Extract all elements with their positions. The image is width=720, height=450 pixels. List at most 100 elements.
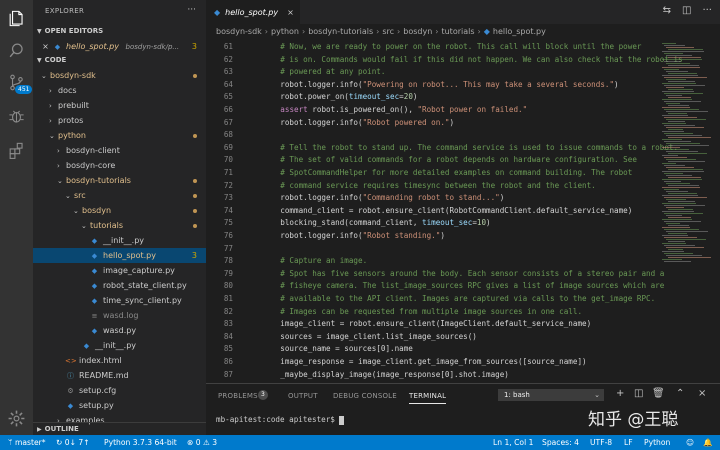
split-terminal-icon[interactable]: ◫ [634,388,643,399]
minimap-line [668,241,685,242]
tree-item[interactable]: ◆ robot_state_client.py [33,278,206,293]
code-line[interactable]: _maybe_display_image(image_response[0].s… [262,370,509,379]
notifications-icon[interactable]: 🔔 [703,435,712,450]
settings-icon[interactable] [6,408,27,429]
code-line[interactable]: # Tell the robot to stand up. The comman… [262,143,678,152]
tree-item[interactable]: ⌄ bosdyn-tutorials [33,173,206,188]
code-line[interactable]: robot.logger.info("Robot standing.") [262,231,445,240]
tree-item[interactable]: ⌄ bosdyn-sdk [33,68,206,83]
problems-status[interactable]: ⊗ 0 ⚠ 3 [187,435,217,450]
breadcrumb-item[interactable]: python [271,27,299,36]
tree-item[interactable]: ◆ time_sync_client.py [33,293,206,308]
cursor-position[interactable]: Ln 1, Col 1 [493,435,533,450]
tree-item[interactable]: ⌄ tutorials [33,218,206,233]
tree-item[interactable]: ≡ wasd.log [33,308,206,323]
breadcrumb-item[interactable]: bosdyn-tutorials [308,27,373,36]
feedback-icon[interactable]: ☺ [686,435,694,450]
python-interpreter[interactable]: Python 3.7.3 64-bit [104,435,177,450]
minimap-line [666,239,706,240]
code-line[interactable]: image_response = image_client.get_image_… [262,357,586,366]
new-terminal-icon[interactable]: + [616,388,624,399]
code-line[interactable]: blocking_stand(command_client, timeout_s… [262,218,490,227]
code-folder-header[interactable]: ▼ CODE [33,54,206,67]
tree-item[interactable]: ⓘ README.md [33,368,206,383]
code-line[interactable]: # command service requires timesync betw… [262,181,595,190]
code-line[interactable]: robot.logger.info("Commanding robot to s… [262,193,504,202]
more-actions-icon[interactable]: ··· [187,5,196,15]
tree-item[interactable]: ◆ hello_spot.py 3 [33,248,206,263]
close-tab-icon[interactable]: × [287,8,294,17]
more-actions-icon[interactable]: ··· [702,5,712,16]
search-icon[interactable] [6,40,27,61]
code-line[interactable]: sources = image_client.list_image_source… [262,332,477,341]
language-mode[interactable]: Python [644,435,670,450]
code-line[interactable]: # is on. Commands would fail if this did… [262,55,682,64]
terminal-select[interactable]: 1: bash ⌄ [498,389,604,401]
tree-item[interactable]: ◆ wasd.py [33,323,206,338]
encoding[interactable]: UTF-8 [590,435,612,450]
close-panel-icon[interactable]: × [698,388,706,399]
debug-icon[interactable] [6,106,27,127]
tree-item[interactable]: ◆ __init__.py [33,233,206,248]
split-editor-icon[interactable]: ◫ [682,5,691,16]
tree-item[interactable]: ◆ __init__.py [33,338,206,353]
files-icon[interactable] [6,8,27,29]
tree-item[interactable]: › bosdyn-core [33,158,206,173]
tree-item[interactable]: ◆ image_capture.py [33,263,206,278]
code-line[interactable]: # Now, we are ready to power on the robo… [262,42,641,51]
code-line[interactable]: # powered at any point. [262,67,385,76]
minimap-line [664,229,699,230]
code-line[interactable]: robot.power_on(timeout_sec=20) [262,92,417,101]
code-line[interactable]: # SpotCommandHelper for more detailed ex… [262,168,632,177]
tree-item[interactable]: ◆ setup.py [33,398,206,413]
tree-item[interactable]: › prebuilt [33,98,206,113]
open-editor-item[interactable]: × ◆ hello_spot.py bosdyn-sdk/p... 3 [33,39,206,54]
breadcrumb-item[interactable]: hello_spot.py [493,27,546,36]
tab-debug-console[interactable]: DEBUG CONSOLE [333,392,397,400]
minimap[interactable] [660,40,720,383]
git-sync[interactable]: ↻ 0↓ 7↑ [56,435,90,450]
breadcrumb-item[interactable]: src [382,27,394,36]
tree-item[interactable]: ⌄ src [33,188,206,203]
breadcrumb-item[interactable]: bosdyn [403,27,432,36]
code-line[interactable]: robot.logger.info("Powering on robot... … [262,80,618,89]
indentation[interactable]: Spaces: 4 [542,435,579,450]
open-changes-icon[interactable]: ⇆ [663,5,671,16]
tab-output[interactable]: OUTPUT [288,392,318,400]
code-line[interactable]: # Spot has five sensors around the body.… [262,269,664,278]
tree-item[interactable]: › bosdyn-client [33,143,206,158]
kill-terminal-icon[interactable]: 🗑 [652,388,665,399]
tree-item[interactable]: › protos [33,113,206,128]
tree-item[interactable]: ⌄ python [33,128,206,143]
code-line[interactable]: # Images can be requested from multiple … [262,307,582,316]
breadcrumb-item[interactable]: bosdyn-sdk [216,27,262,36]
code-line[interactable]: # available to the API client. Images ar… [262,294,655,303]
code-line[interactable]: source_name = sources[0].name [262,344,413,353]
close-icon[interactable]: × [39,39,52,54]
tree-item[interactable]: <> index.html [33,353,206,368]
code-line[interactable]: assert robot.is_powered_on(), "Robot pow… [262,105,527,114]
minimap-line [668,113,687,114]
terminal-prompt[interactable]: mb-apitest:code apitester$ [216,415,345,425]
tab-hello-spot[interactable]: ◆ hello_spot.py × [206,0,300,24]
git-branch[interactable]: ᛘ master* [8,435,46,450]
end-of-line[interactable]: LF [624,435,633,450]
code-line[interactable]: # fisheye camera. The list_image_sources… [262,281,664,290]
breadcrumb-item[interactable]: tutorials [441,27,474,36]
code-line[interactable]: # Capture an image. [262,256,367,265]
tree-item[interactable]: ⌄ bosdyn [33,203,206,218]
code-line[interactable]: image_client = robot.ensure_client(Image… [262,319,591,328]
tree-item[interactable]: › docs [33,83,206,98]
open-editors-header[interactable]: ▼ OPEN EDITORS [33,25,206,38]
tree-item[interactable]: ⚙ setup.cfg [33,383,206,398]
chevron-right-icon: › [264,27,268,36]
tab-problems[interactable]: PROBLEMS [218,392,258,400]
code-line[interactable]: robot.logger.info("Robot powered on.") [262,118,454,127]
code-line[interactable]: command_client = robot.ensure_client(Rob… [262,206,632,215]
tab-terminal[interactable]: TERMINAL [409,392,447,404]
outline-header[interactable]: ▶ OUTLINE [33,422,206,435]
code-line[interactable]: # The set of valid commands for a robot … [262,155,637,164]
code-editor[interactable]: 61 # Now, we are ready to power on the r… [206,40,720,383]
extensions-icon[interactable] [6,140,27,161]
maximize-panel-icon[interactable]: ⌃ [676,388,684,399]
